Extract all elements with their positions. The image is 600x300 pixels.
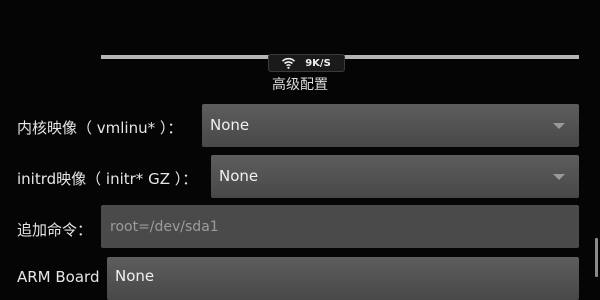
kernel-image-value: None [210, 116, 250, 134]
append-command-input[interactable] [101, 205, 579, 248]
initrd-image-dropdown[interactable]: None [211, 155, 579, 198]
network-speed-badge: 9K/S [268, 54, 345, 72]
scrollbar[interactable] [595, 238, 598, 277]
arm-board-label: ARM Board [17, 268, 100, 286]
network-speed-text: 9K/S [305, 57, 331, 69]
dropdown-arrow-icon [553, 123, 565, 129]
dropdown-arrow-icon [553, 174, 565, 180]
append-command-field[interactable] [101, 205, 579, 248]
initrd-image-label: initrd映像（ initr* GZ ）： [17, 170, 198, 188]
section-title: 高级配置 [272, 77, 328, 93]
arm-board-dropdown[interactable]: None [107, 257, 579, 300]
initrd-image-value: None [219, 167, 259, 185]
kernel-image-label: 内核映像（ vmlinu* ）： [17, 119, 183, 137]
append-command-label: 追加命令： [17, 221, 93, 239]
wifi-icon [282, 57, 296, 69]
kernel-image-dropdown[interactable]: None [202, 104, 579, 147]
